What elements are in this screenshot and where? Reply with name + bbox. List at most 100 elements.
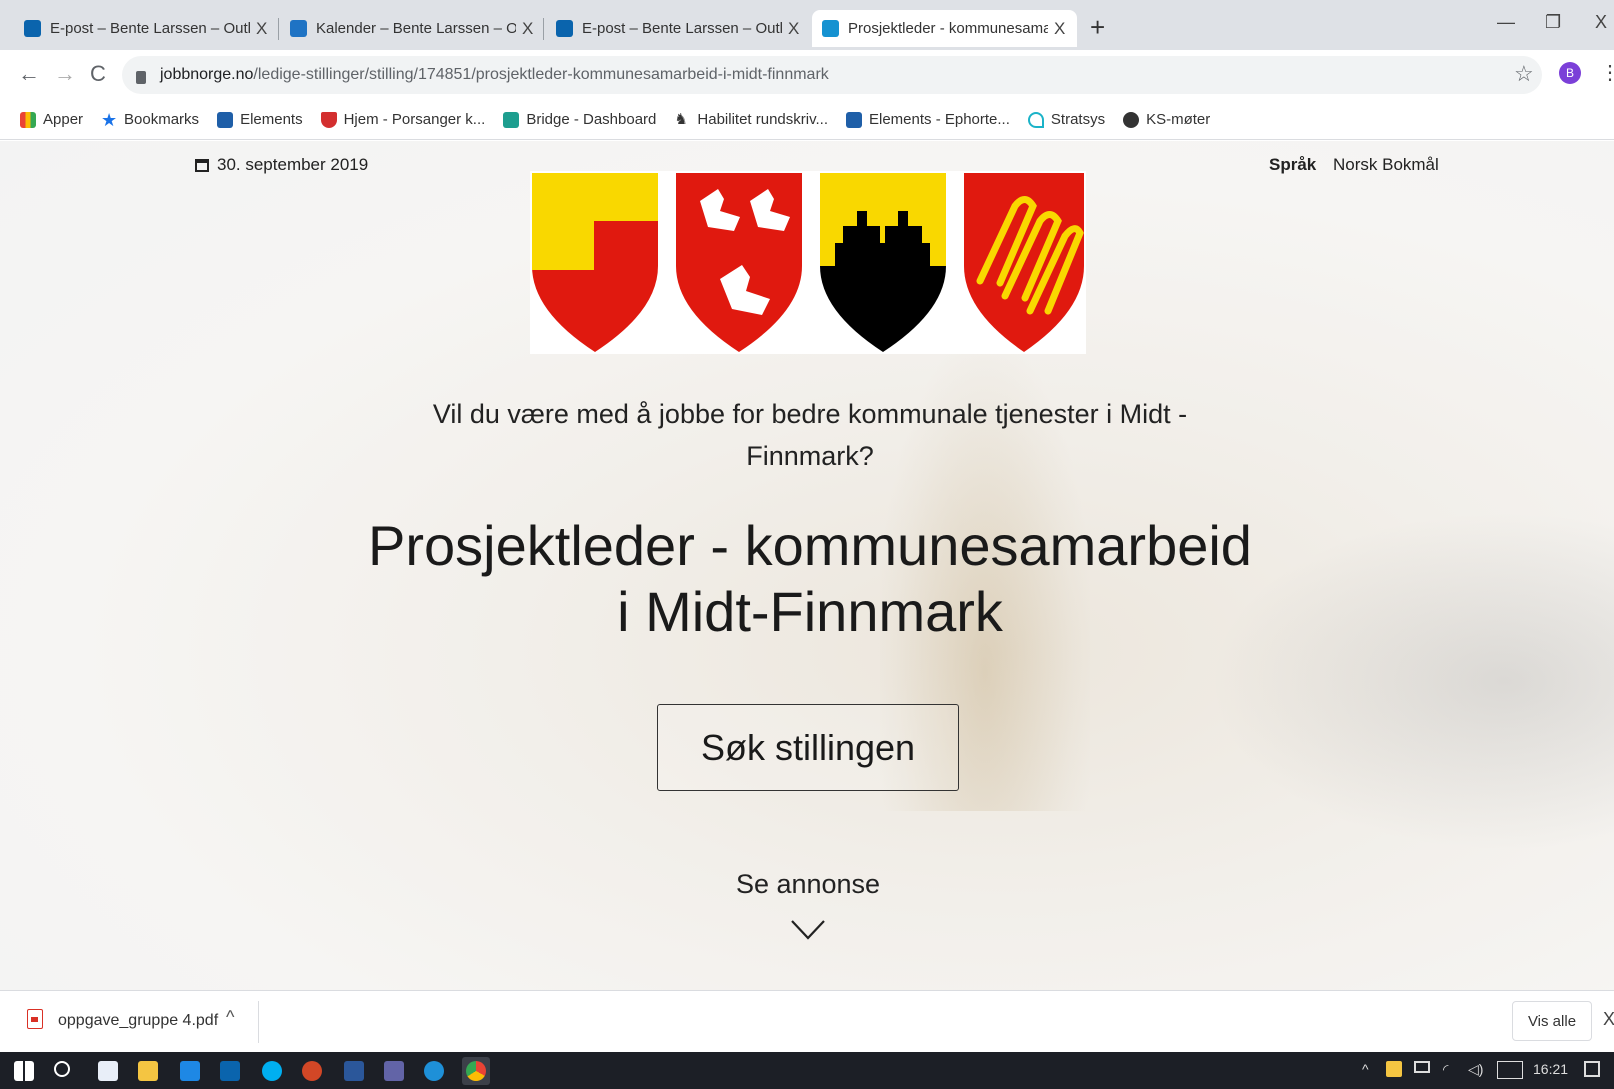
- download-divider: [258, 1001, 259, 1043]
- tab-outlook-mail-2[interactable]: E-post – Bente Larssen – Outlook X: [546, 10, 809, 47]
- bookmark-label: Habilitet rundskriv...: [697, 111, 828, 128]
- date-text: 30. september 2019: [217, 155, 369, 174]
- outlook-icon: [556, 20, 573, 37]
- notifications-icon[interactable]: [1584, 1061, 1600, 1077]
- bookmark-ks-moter[interactable]: KS-møter: [1123, 111, 1210, 128]
- star-icon: ★: [101, 109, 118, 130]
- bookmark-stratsys[interactable]: Stratsys: [1027, 111, 1105, 128]
- search-icon[interactable]: [54, 1061, 70, 1077]
- language-value[interactable]: Norsk Bokmål: [1333, 155, 1439, 174]
- close-tab-icon[interactable]: X: [788, 19, 799, 39]
- tab-separator: [543, 18, 544, 40]
- bookmark-habilitet[interactable]: ♞ Habilitet rundskriv...: [674, 111, 828, 128]
- background-arm-photo: [1210, 511, 1614, 851]
- publish-date: 30. september 2019: [195, 155, 368, 175]
- outlook-icon: [24, 20, 41, 37]
- browser-toolbar: ← → C jobbnorge.no/ledige-stillinger/sti…: [0, 50, 1614, 100]
- elements-icon: [217, 111, 234, 128]
- bookmark-star-icon[interactable]: ☆: [1514, 61, 1534, 87]
- chrome-icon[interactable]: [466, 1061, 486, 1081]
- bookmark-elements-ephorte[interactable]: Elements - Ephorte...: [846, 111, 1010, 128]
- outlook-icon[interactable]: [220, 1061, 240, 1081]
- close-tab-icon[interactable]: X: [522, 19, 533, 39]
- elements-icon: [846, 111, 862, 128]
- new-tab-button[interactable]: +: [1090, 12, 1105, 43]
- porsanger-crest-icon: [320, 111, 337, 128]
- chevron-up-icon[interactable]: ^: [226, 1007, 234, 1028]
- minimize-button[interactable]: —: [1497, 12, 1515, 33]
- forward-arrow-icon[interactable]: →: [54, 61, 76, 87]
- lock-icon[interactable]: [136, 70, 146, 84]
- volume-icon[interactable]: ◁): [1468, 1061, 1483, 1078]
- language-selector[interactable]: Språk Norsk Bokmål: [1269, 155, 1439, 175]
- bookmark-porsanger[interactable]: Hjem - Porsanger k...: [320, 111, 485, 128]
- bookmark-label: Bookmarks: [124, 111, 200, 128]
- bookmark-label: KS-møter: [1146, 111, 1211, 128]
- windows-taskbar: ^ ◜ ◁) 16:21: [0, 1052, 1614, 1089]
- language-label: Språk: [1269, 155, 1317, 174]
- file-explorer-icon[interactable]: [138, 1061, 158, 1081]
- tray-chevron-icon[interactable]: ^: [1362, 1061, 1369, 1077]
- battery-icon[interactable]: [1414, 1061, 1430, 1073]
- clock[interactable]: 16:21: [1533, 1061, 1568, 1077]
- windows-start-icon[interactable]: [14, 1061, 34, 1081]
- close-tab-icon[interactable]: X: [256, 19, 267, 39]
- keyboard-icon[interactable]: [1497, 1061, 1523, 1079]
- municipality-crests: [530, 171, 1086, 354]
- internet-explorer-icon[interactable]: [424, 1061, 444, 1081]
- chevron-down-icon[interactable]: [790, 919, 826, 941]
- url-path: /ledige-stillinger/stilling/174851/prosj…: [253, 66, 829, 83]
- tab-strip: E-post – Bente Larssen – Outlook X Kalen…: [0, 0, 1614, 50]
- skype-icon[interactable]: [262, 1061, 282, 1081]
- stratsys-icon: [1027, 111, 1044, 128]
- tab-outlook-mail-1[interactable]: E-post – Bente Larssen – Outlook X: [14, 10, 277, 47]
- bookmark-label: Elements: [240, 111, 303, 128]
- downloads-bar: oppgave_gruppe 4.pdf ^ Vis alle X: [0, 990, 1614, 1052]
- calendar-icon: [195, 158, 209, 172]
- lock-tray-icon[interactable]: [1386, 1061, 1402, 1077]
- wifi-icon[interactable]: ◜: [1443, 1061, 1448, 1078]
- bookmark-bridge[interactable]: Bridge - Dashboard: [503, 111, 656, 128]
- intro-text: Vil du være med å jobbe for bedre kommun…: [432, 399, 1188, 471]
- see-ad-link[interactable]: Se annonse: [700, 869, 916, 900]
- bookmark-elements[interactable]: Elements: [217, 111, 303, 128]
- restore-button[interactable]: ❐: [1545, 12, 1561, 33]
- download-filename[interactable]: oppgave_gruppe 4.pdf: [58, 1012, 218, 1030]
- powerpoint-icon[interactable]: [302, 1061, 322, 1081]
- document-icon[interactable]: [98, 1061, 118, 1081]
- reload-icon[interactable]: C: [90, 61, 106, 87]
- job-title: Prosjektleder - kommunesamarbeid i Midt-…: [360, 513, 1260, 645]
- more-menu-icon[interactable]: ⋮: [1600, 60, 1614, 85]
- screen: E-post – Bente Larssen – Outlook X Kalen…: [0, 0, 1614, 1089]
- globe-icon: [1123, 111, 1140, 128]
- lion-icon: ♞: [674, 110, 688, 128]
- tab-jobbnorge-active[interactable]: Prosjektleder - kommunesamarb X: [812, 10, 1077, 47]
- address-bar[interactable]: jobbnorge.no/ledige-stillinger/stilling/…: [122, 56, 1542, 94]
- bookmark-bookmarks[interactable]: ★ Bookmarks: [101, 109, 200, 130]
- apply-button[interactable]: Søk stillingen: [657, 704, 959, 791]
- calendar-icon: [290, 20, 307, 37]
- bridge-icon: [503, 111, 520, 128]
- app-icon[interactable]: [180, 1061, 200, 1081]
- close-tab-icon[interactable]: X: [1054, 19, 1065, 39]
- tab-title: E-post – Bente Larssen – Outlook: [582, 20, 782, 37]
- job-title-line1: Prosjektleder - kommunesamarbeid: [368, 514, 1252, 577]
- tab-title: Prosjektleder - kommunesamarb: [848, 20, 1048, 37]
- bookmarks-bar: Apper ★ Bookmarks Elements Hjem - Porsan…: [0, 100, 1614, 140]
- close-downloads-icon[interactable]: X: [1603, 1009, 1614, 1030]
- tab-outlook-calendar[interactable]: Kalender – Bente Larssen – Outlo X: [280, 10, 543, 47]
- teams-icon[interactable]: [384, 1061, 404, 1081]
- profile-avatar[interactable]: B: [1559, 62, 1581, 84]
- show-all-downloads-button[interactable]: Vis alle: [1512, 1001, 1592, 1041]
- close-window-button[interactable]: X: [1595, 12, 1607, 33]
- bookmark-apper[interactable]: Apper: [20, 111, 83, 128]
- jobbnorge-icon: [822, 20, 839, 37]
- back-arrow-icon[interactable]: ←: [18, 61, 40, 87]
- apps-grid-icon: [20, 111, 36, 128]
- bookmark-label: Bridge - Dashboard: [526, 111, 657, 128]
- pdf-file-icon: [27, 1009, 43, 1029]
- url-host: jobbnorge.no: [160, 66, 254, 83]
- word-icon[interactable]: [344, 1061, 364, 1081]
- job-title-line2: i Midt-Finnmark: [617, 580, 1003, 643]
- bookmark-label: Elements - Ephorte...: [869, 111, 1010, 128]
